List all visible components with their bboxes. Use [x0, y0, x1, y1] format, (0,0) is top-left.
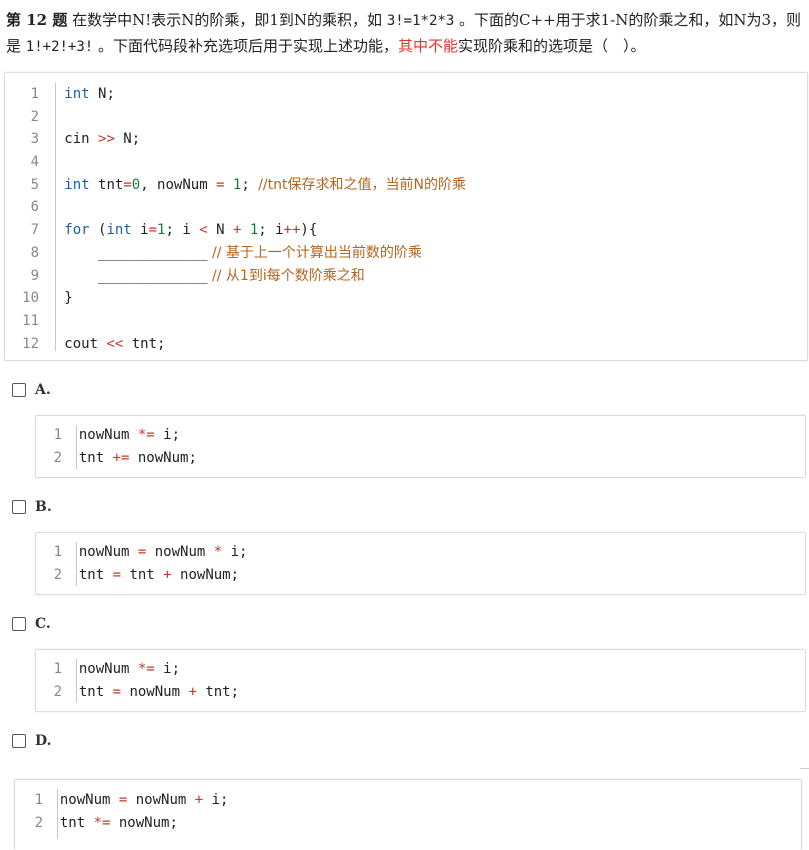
question-text-3: 。下面代码段补充选项后用于实现上述功能， — [93, 37, 398, 55]
line-number: 12 — [22, 335, 39, 352]
line-number: 2 — [30, 108, 39, 125]
option-b-label: B. — [35, 499, 52, 515]
line-number: 9 — [30, 267, 39, 284]
code-line-2: 2 tnt *= nowNum; — [15, 812, 228, 835]
code-line-10: 10 } — [5, 287, 466, 310]
inline-code-factorial: 3!=1*2*3 — [386, 13, 455, 29]
line-number: 5 — [30, 176, 39, 193]
code-line-1: 1 nowNum = nowNum + i; — [15, 789, 229, 812]
line-number: 8 — [30, 244, 39, 261]
code-line-12: 12 cout << tnt; — [5, 333, 466, 356]
line-number: 3 — [30, 131, 39, 148]
option-b-checkbox[interactable] — [12, 500, 26, 514]
code-comment: // 从1到i每个数阶乘之和 — [207, 267, 365, 284]
line-number: 2 — [34, 814, 43, 831]
question-text-1: 在数学中N!表示N的阶乘，即1到N的乘积，如 — [67, 11, 387, 29]
option-b-code: 1 nowNum = nowNum * i; 2 tnt = tnt + now… — [35, 532, 806, 595]
option-a-checkbox[interactable] — [12, 383, 26, 397]
line-number: 2 — [53, 683, 62, 700]
inline-code-sum: 1!+2!+3! — [25, 39, 94, 55]
line-number: 7 — [30, 222, 39, 239]
option-c[interactable]: C. — [12, 615, 51, 633]
line-number: 1 — [34, 792, 43, 808]
line-number: 1 — [53, 427, 62, 443]
option-d-code: 1 nowNum = nowNum + i; 2 tnt *= nowNum; — [14, 779, 802, 850]
code-line-2: 2 — [5, 106, 466, 129]
code-line-1: 1 nowNum *= i; — [36, 424, 197, 447]
option-c-code: 1 nowNum *= i; 2 tnt = nowNum + tnt; — [35, 649, 806, 712]
code-line-2: 2 tnt = tnt + nowNum; — [36, 564, 247, 587]
code-line-1: 1 int N; — [5, 83, 466, 106]
line-number: 1 — [30, 86, 39, 102]
code-comment: //tnt保存求和之值，当前N的阶乘 — [258, 176, 466, 193]
code-line-5: 5 int tnt=0, nowNum = 1; //tnt保存求和之值，当前N… — [5, 174, 466, 197]
line-number: 2 — [53, 449, 62, 466]
code-line-9: 9 _____________ // 从1到i每个数阶乘之和 — [5, 265, 466, 288]
code-line-11: 11 — [5, 310, 466, 333]
option-c-label: C. — [35, 616, 51, 632]
line-number: 10 — [22, 290, 39, 307]
option-a-label: A. — [35, 382, 51, 398]
code-line-7: 7 for (int i=1; i < N + 1; i++){ — [5, 219, 466, 242]
option-d[interactable]: D. — [12, 732, 52, 750]
code-line-4: 4 — [5, 151, 466, 174]
line-number: 1 — [53, 661, 62, 677]
code-line-6: 6 — [5, 196, 466, 219]
code-line-8: 8 _____________ // 基于上一个计算出当前数的阶乘 — [5, 242, 466, 265]
question-text-4: 实现阶乘和的选项是（ ）。 — [458, 37, 646, 55]
fill-blank-1: _____________ — [98, 244, 208, 261]
question-stem: 第 12 题 在数学中N!表示N的阶乘，即1到N的乘积，如 3!=1*2*3 。… — [6, 8, 804, 60]
option-b[interactable]: B. — [12, 498, 52, 516]
option-d-checkbox[interactable] — [12, 734, 26, 748]
question-highlight: 其中不能 — [398, 37, 459, 55]
line-number: 6 — [30, 199, 39, 216]
option-c-checkbox[interactable] — [12, 617, 26, 631]
code-line-3: 3 cin >> N; — [5, 128, 466, 151]
line-number: 2 — [53, 566, 62, 583]
line-number: 4 — [30, 154, 39, 171]
divider — [800, 768, 809, 769]
code-line-2: 2 tnt = nowNum + tnt; — [36, 681, 239, 704]
line-number: 11 — [22, 312, 39, 329]
question-number: 第 12 题 — [6, 11, 68, 29]
main-code-block: 1 int N; 2 3 cin >> N; 4 5 int tnt=0, no… — [4, 72, 808, 361]
line-number: 1 — [53, 544, 62, 560]
code-comment: // 基于上一个计算出当前数的阶乘 — [207, 244, 422, 261]
code-line-2: 2 tnt += nowNum; — [36, 447, 197, 470]
fill-blank-2: _____________ — [98, 267, 208, 284]
option-a-code: 1 nowNum *= i; 2 tnt += nowNum; — [35, 415, 806, 478]
option-d-label: D. — [35, 733, 52, 749]
option-a[interactable]: A. — [12, 381, 51, 399]
code-line-1: 1 nowNum *= i; — [36, 658, 239, 681]
code-line-1: 1 nowNum = nowNum * i; — [36, 541, 248, 564]
